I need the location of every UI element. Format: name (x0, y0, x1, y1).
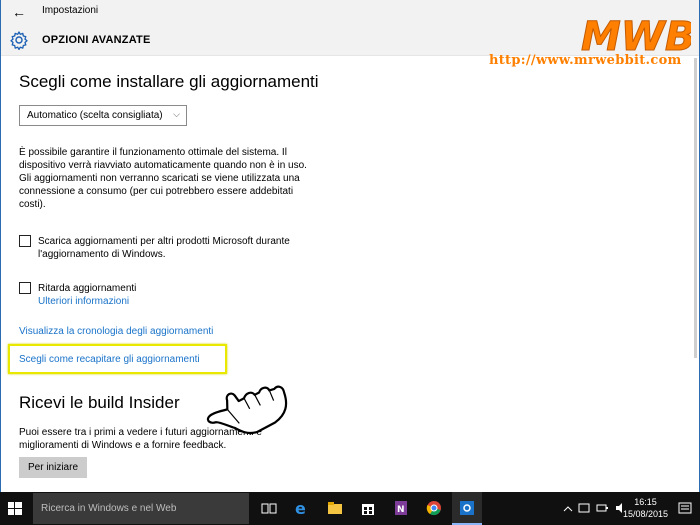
clock-date: 15/08/2015 (622, 509, 668, 519)
clock[interactable]: 16:15 15/08/2015 (623, 496, 668, 520)
chrome-icon[interactable] (419, 492, 449, 525)
logo-text: MWB (581, 14, 691, 58)
scrollbar[interactable] (694, 58, 697, 358)
windows-logo-icon (8, 502, 22, 515)
watermark-url: http://www.mrwebbit.com (489, 53, 682, 68)
other-products-checkbox[interactable] (19, 235, 31, 247)
updates-heading: Scegli come installare gli aggiornamenti (19, 72, 319, 91)
install-mode-select[interactable]: Automatico (scelta consigliata) ⌵ (19, 105, 187, 126)
task-view-icon[interactable] (254, 492, 284, 525)
settings-window: ← Impostazioni OPZIONI AVANZATE MWB http… (0, 0, 700, 492)
install-mode-value: Automatico (scelta consigliata) (27, 110, 163, 121)
edge-icon[interactable]: e (287, 492, 317, 525)
onenote-icon[interactable]: N (386, 492, 416, 525)
updates-description: È possibile garantire il funzionamento o… (19, 147, 307, 210)
hand-pointer-icon (206, 385, 288, 435)
get-started-button[interactable]: Per iniziare (19, 457, 87, 478)
chevron-down-icon: ⌵ (173, 109, 180, 119)
insider-heading: Ricevi le build Insider (19, 393, 180, 412)
update-history-link[interactable]: Visualizza la cronologia degli aggiornam… (19, 326, 213, 337)
defer-updates-checkbox[interactable] (19, 282, 31, 294)
taskbar-search-box[interactable]: Ricerca in Windows e nel Web (33, 493, 249, 524)
clock-time: 16:15 (634, 497, 657, 507)
other-products-label: Scarica aggiornamenti per altri prodotti… (38, 236, 290, 260)
start-button[interactable] (0, 492, 30, 525)
file-explorer-icon[interactable] (320, 492, 350, 525)
svg-text:N: N (397, 505, 405, 515)
action-center-icon[interactable] (670, 492, 700, 525)
gear-icon (10, 31, 28, 50)
store-icon[interactable] (353, 492, 383, 525)
mwb-logo: MWB (581, 14, 692, 59)
more-info-link[interactable]: Ulteriori informazioni (38, 296, 129, 307)
taskbar: Ricerca in Windows e nel Web e N 16:15 1… (0, 492, 700, 525)
svg-text:e: e (295, 500, 306, 516)
window-title: Impostazioni (42, 5, 99, 16)
delivery-options-link[interactable]: Scegli come recapitare gli aggiornamenti (19, 354, 200, 365)
settings-taskbar-icon[interactable] (452, 492, 482, 525)
page-title: OPZIONI AVANZATE (42, 34, 151, 46)
back-button[interactable]: ← (9, 3, 29, 21)
defer-updates-label: Ritarda aggiornamenti (38, 283, 137, 294)
